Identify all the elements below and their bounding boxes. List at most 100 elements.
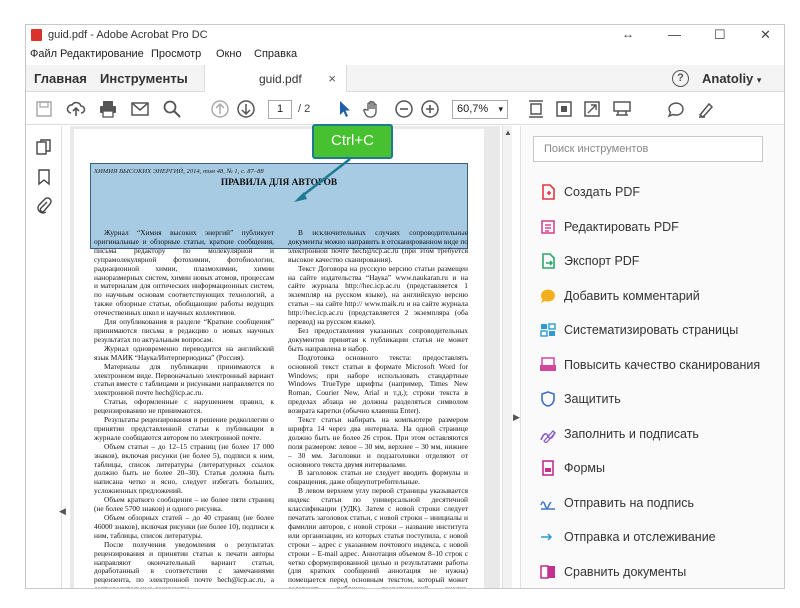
export-pdf-icon: [539, 252, 557, 270]
tool-item[interactable]: Отправить на подпись: [539, 492, 779, 514]
send-track-icon: [539, 528, 557, 546]
document-scrollbar[interactable]: ▲: [502, 126, 512, 588]
paragraph: Текст Договора на русскую версию статьи …: [288, 263, 468, 327]
menu-edit[interactable]: Редактирование: [60, 48, 144, 60]
organize-pages-icon: [539, 321, 557, 339]
tool-item[interactable]: Систематизировать страницы: [539, 319, 779, 341]
chevron-down-icon: ▾: [756, 75, 762, 85]
tab-document[interactable]: guid.pdf ×: [204, 65, 347, 92]
user-account-menu[interactable]: Anatoliy ▾: [702, 71, 761, 86]
protect-icon: [539, 390, 557, 408]
compare-icon: [539, 563, 557, 581]
help-icon[interactable]: ?: [672, 70, 689, 87]
tab-document-label: guid.pdf: [259, 72, 302, 86]
ctrl-c-callout: Ctrl+C: [312, 124, 393, 159]
tool-item[interactable]: Отправка и отслеживание: [539, 526, 779, 548]
zoom-in-icon[interactable]: [420, 99, 440, 119]
tool-search-input[interactable]: Поиск инструментов: [533, 136, 763, 162]
tool-item[interactable]: Сравнить документы: [539, 561, 779, 583]
paragraph: Статьи, оформленные с нарушением правил,…: [94, 397, 274, 416]
paragraph: Материалы для публикации принимаются в э…: [94, 361, 274, 398]
tool-item-label: Повысить качество сканирования: [564, 357, 761, 372]
tool-item-label: Редактировать PDF: [564, 219, 679, 234]
paragraph: Объем краткого сообщения – не более пяти…: [94, 495, 274, 514]
fill-sign-icon: [539, 425, 557, 444]
tools-panel: Поиск инструментов Создать PDF Редактиров…: [520, 126, 784, 588]
tool-item-label: Отправка и отслеживание: [564, 530, 716, 544]
tab-home[interactable]: Главная: [34, 71, 87, 86]
user-name: Anatoliy: [702, 71, 754, 86]
bookmark-icon[interactable]: [35, 168, 53, 186]
close-tab-icon[interactable]: ×: [328, 71, 336, 86]
select-cursor-icon[interactable]: [334, 99, 354, 119]
page-thumbnails-icon[interactable]: [35, 138, 53, 156]
tool-item-label: Систематизировать страницы: [564, 323, 739, 337]
upload-cloud-icon[interactable]: [66, 99, 86, 119]
email-icon[interactable]: [130, 99, 150, 119]
paragraph: Подготовка основного текста: предоставля…: [288, 352, 468, 416]
tool-item-label: Заполнить и подписать: [564, 426, 699, 441]
paragraph: Объем обзорных статей – до 40 страниц (н…: [94, 513, 274, 540]
menu-view[interactable]: Просмотр: [151, 48, 201, 60]
full-screen-icon[interactable]: [582, 99, 602, 119]
menu-file[interactable]: Файл: [30, 48, 57, 60]
paragraph: После получения уведомления о результата…: [94, 539, 274, 589]
tool-item-label: Отправить на подпись: [564, 495, 695, 510]
journal-header: ХИМИЯ ВЫСОКИХ ЭНЕРГИЙ, 2014, том 48, № 1…: [94, 168, 264, 175]
paragraph: В левом верхнем углу первой страницы ука…: [288, 486, 468, 589]
menu-window[interactable]: Окно: [216, 48, 242, 60]
enhance-scan-icon: [539, 356, 557, 374]
fit-page-icon[interactable]: [526, 99, 546, 119]
forms-icon: [539, 459, 557, 477]
highlight-pen-icon[interactable]: [696, 99, 716, 119]
chevron-down-icon: ▾: [498, 104, 503, 114]
tool-item[interactable]: Повысить качество сканирования: [539, 354, 779, 376]
zoom-out-icon[interactable]: [394, 99, 414, 119]
hand-tool-icon[interactable]: [362, 99, 382, 119]
save-icon[interactable]: [34, 99, 54, 119]
tool-item[interactable]: Экспорт PDF: [539, 250, 779, 272]
pdf-page[interactable]: ХИМИЯ ВЫСОКИХ ЭНЕРГИЙ, 2014, том 48, № 1…: [74, 129, 484, 589]
page-up-icon[interactable]: [210, 99, 230, 119]
tab-tools[interactable]: Инструменты: [100, 71, 188, 86]
collapse-left-panel-icon[interactable]: ◀: [59, 506, 66, 517]
tool-item[interactable]: Защитить: [539, 388, 779, 410]
scroll-up-arrow-icon[interactable]: ▲: [504, 128, 512, 137]
toolbar: 1 / 2 60,7% ▾: [26, 93, 784, 125]
acrobat-app-icon: [31, 29, 42, 41]
tool-item[interactable]: Формы: [539, 457, 779, 479]
menu-help[interactable]: Справка: [254, 48, 297, 60]
read-mode-icon[interactable]: [612, 99, 632, 119]
tool-item-label: Формы: [564, 461, 605, 475]
maximize-button[interactable]: ☐: [714, 27, 726, 43]
create-pdf-icon: [539, 183, 557, 201]
expand-right-panel-icon[interactable]: ▶: [513, 412, 520, 423]
tool-item[interactable]: Заполнить и подписать: [539, 423, 779, 445]
tool-item-label: Сравнить документы: [564, 564, 687, 579]
comment-icon: [539, 287, 557, 305]
tool-item-label: Создать PDF: [564, 185, 640, 199]
send-sign-icon: [539, 494, 557, 512]
minimize-button[interactable]: —: [668, 27, 681, 42]
menu-bar: Файл Редактирование Просмотр Окно Справк…: [26, 46, 784, 63]
close-window-button[interactable]: ✕: [760, 27, 771, 43]
page-number-input[interactable]: 1: [268, 100, 292, 119]
tool-item[interactable]: Создать PDF: [539, 181, 779, 203]
paragraph: Без предоставления указанных сопроводите…: [288, 325, 468, 353]
edit-pdf-icon: [539, 218, 557, 236]
tab-bar: Главная Инструменты guid.pdf × ? Anatoli…: [26, 65, 784, 92]
paragraph: В заголовок статьи не следует вводить фо…: [288, 468, 468, 487]
print-icon[interactable]: [98, 99, 118, 119]
tool-item[interactable]: Редактировать PDF: [539, 216, 779, 238]
page-down-icon[interactable]: [236, 99, 256, 119]
comment-icon[interactable]: [666, 99, 686, 119]
column-right: В исключительных случаях сопроводительны…: [288, 228, 468, 589]
paragraph: Результаты рецензирования и решение редк…: [94, 415, 274, 442]
zoom-level-select[interactable]: 60,7% ▾: [452, 100, 508, 119]
tool-item[interactable]: Добавить комментарий: [539, 285, 779, 307]
page-total: / 2: [298, 103, 311, 115]
page-thumbnail-icon[interactable]: [554, 99, 574, 119]
paragraph: Для опубликования в разделе “Краткие соо…: [94, 317, 274, 344]
attachment-icon[interactable]: [35, 196, 53, 214]
search-icon[interactable]: [162, 99, 182, 119]
